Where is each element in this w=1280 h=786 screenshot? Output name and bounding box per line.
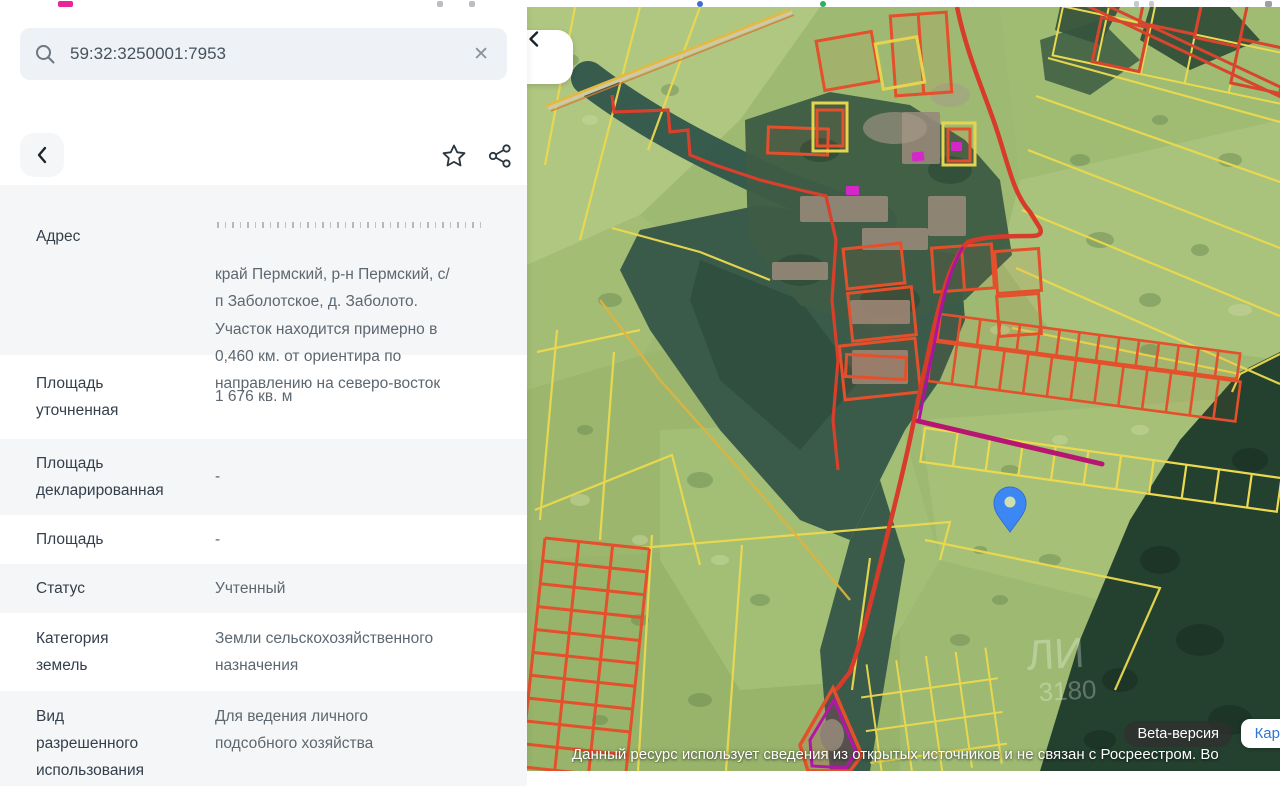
bookmark-icon: [469, 1, 475, 7]
attribute-table: Адрес край Пермский, р-н Пермский, с/ п …: [0, 185, 527, 786]
parcel-detail-panel: ✕ Адрес край Пер: [0, 7, 527, 771]
row-label: Площадь: [36, 526, 208, 553]
row-label: Площадь уточненная: [36, 370, 208, 424]
cadastral-map[interactable]: ЛИ 3180 Данный ресурс использует сведени…: [527, 7, 1280, 771]
chevron-left-icon: [35, 145, 49, 165]
row-label: Категория земель: [36, 625, 208, 679]
beta-version-badge: Beta-версия: [1124, 721, 1232, 747]
row-label: Площадь декларированная: [36, 450, 208, 504]
row-value: -: [215, 463, 509, 490]
search-input[interactable]: [68, 43, 469, 65]
collapse-panel-button[interactable]: [527, 30, 573, 84]
bookmark-icon: [697, 1, 703, 7]
share-button[interactable]: [483, 139, 517, 173]
share-icon: [487, 143, 513, 169]
star-icon: [440, 142, 468, 170]
table-row: Площадь декларированная -: [0, 439, 527, 515]
clear-search-icon[interactable]: ✕: [469, 43, 493, 66]
row-label: Статус: [36, 575, 208, 602]
row-value: 1 676 кв. м: [215, 383, 509, 410]
bookmark-icon: [820, 1, 826, 7]
bookmark-icon: [1265, 1, 1272, 7]
table-row: Статус Учтенный: [0, 564, 527, 613]
bookmark-icon: [58, 1, 73, 7]
table-row: Категория земель Земли сельскохозяйствен…: [0, 613, 527, 691]
map-layer-button[interactable]: Кар: [1241, 719, 1280, 748]
row-value: Учтенный: [215, 575, 509, 602]
back-button[interactable]: [20, 133, 64, 177]
detail-header: [0, 131, 527, 183]
svg-text:ЛИ: ЛИ: [1025, 629, 1085, 679]
row-value: край Пермский, р-н Пермский, с/ п Заболо…: [215, 193, 509, 398]
row-value: -: [215, 526, 509, 553]
browser-bookmarks-strip: [0, 0, 1280, 7]
bookmark-icon: [1149, 1, 1154, 7]
search-icon: [34, 43, 56, 65]
clipped-text-line: [217, 222, 487, 228]
search-bar[interactable]: ✕: [20, 28, 507, 80]
table-row: Вид разрешенного использования Для веден…: [0, 691, 527, 786]
chevron-left-icon: [527, 30, 540, 48]
table-row: Адрес край Пермский, р-н Пермский, с/ п …: [0, 185, 527, 355]
table-row: Площадь -: [0, 515, 527, 564]
row-value: Земли сельскохозяйственного назначения: [215, 625, 509, 680]
bookmark-icon: [437, 1, 443, 7]
bookmark-icon: [1134, 1, 1139, 7]
satellite-layer: ЛИ 3180: [527, 7, 1280, 771]
favorite-button[interactable]: [437, 139, 471, 173]
svg-text:3180: 3180: [1038, 674, 1097, 707]
map-disclaimer: Данный ресурс использует сведения из отк…: [572, 746, 1280, 763]
row-label: Вид разрешенного использования: [36, 703, 208, 784]
row-value: Для ведения личного подсобного хозяйства: [215, 703, 509, 758]
row-label: Адрес: [36, 223, 208, 250]
